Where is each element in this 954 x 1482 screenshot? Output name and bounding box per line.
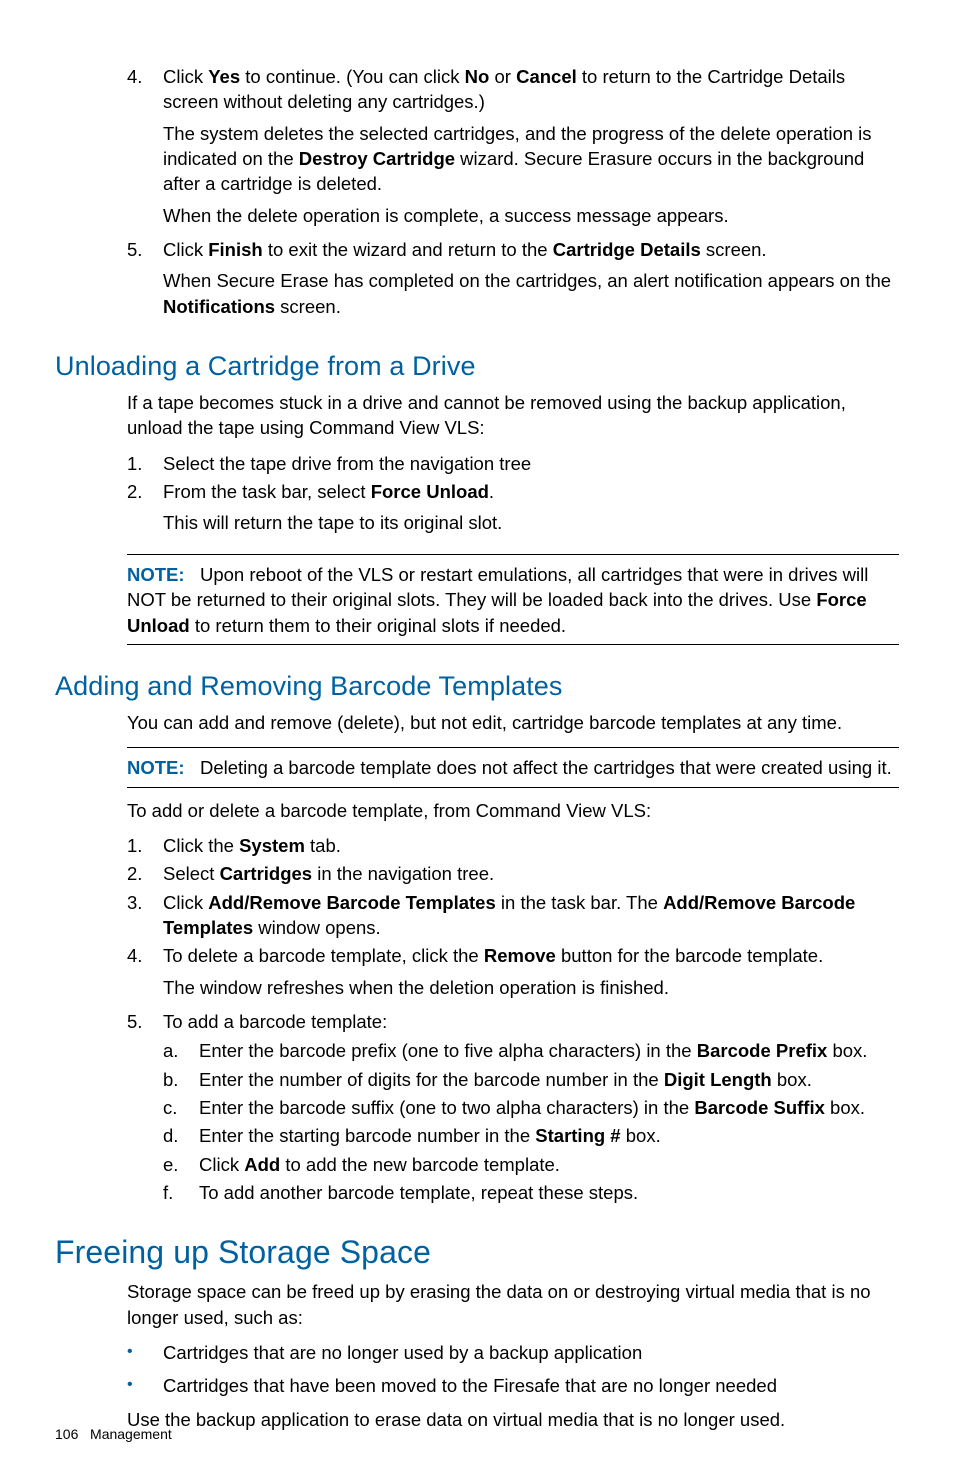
list-text: Select the tape drive from the navigatio… bbox=[163, 451, 899, 476]
list-marker: 2. bbox=[127, 861, 163, 886]
list-item: 1. Select the tape drive from the naviga… bbox=[127, 451, 899, 476]
paragraph: To add or delete a barcode template, fro… bbox=[127, 798, 899, 823]
list-item: •Cartridges that have been moved to the … bbox=[127, 1373, 899, 1398]
bullet-icon: • bbox=[127, 1340, 163, 1364]
list-item: 5. To add a barcode template: a.Enter th… bbox=[127, 1009, 899, 1208]
list-item: d.Enter the starting barcode number in t… bbox=[163, 1123, 899, 1148]
page-footer: 106 Management bbox=[55, 1426, 172, 1442]
list-text: From the task bar, select Force Unload. … bbox=[163, 479, 899, 542]
document-page: 4. Click Yes to continue. (You can click… bbox=[0, 0, 954, 1482]
list-text: Click Add/Remove Barcode Templates in th… bbox=[163, 890, 899, 941]
list-item: 4. Click Yes to continue. (You can click… bbox=[127, 64, 899, 234]
list-text: Enter the barcode prefix (one to five al… bbox=[199, 1038, 899, 1063]
bullet-icon: • bbox=[127, 1373, 163, 1397]
list-text: Select Cartridges in the navigation tree… bbox=[163, 861, 899, 886]
list-marker: c. bbox=[163, 1095, 199, 1120]
list-marker: a. bbox=[163, 1038, 199, 1063]
list-marker: 2. bbox=[127, 479, 163, 504]
section-body: If a tape becomes stuck in a drive and c… bbox=[127, 390, 899, 542]
list-text: Enter the number of digits for the barco… bbox=[199, 1067, 899, 1092]
page-number: 106 bbox=[55, 1426, 78, 1442]
heading-freeing-storage: Freeing up Storage Space bbox=[55, 1234, 899, 1271]
paragraph: You can add and remove (delete), but not… bbox=[127, 710, 899, 735]
list-text: Click the System tab. bbox=[163, 833, 899, 858]
list-text: Click Finish to exit the wizard and retu… bbox=[163, 237, 899, 325]
intro-steps-block: 4. Click Yes to continue. (You can click… bbox=[127, 64, 899, 325]
paragraph: When Secure Erase has completed on the c… bbox=[163, 268, 899, 319]
text: From the task bar, select Force Unload. bbox=[163, 481, 494, 502]
numbered-list: 1. Click the System tab. 2. Select Cartr… bbox=[127, 833, 899, 1208]
note-box: NOTE: Upon reboot of the VLS or restart … bbox=[127, 554, 899, 645]
list-text: Cartridges that have been moved to the F… bbox=[163, 1373, 899, 1398]
paragraph: If a tape becomes stuck in a drive and c… bbox=[127, 390, 899, 441]
list-item: c.Enter the barcode suffix (one to two a… bbox=[163, 1095, 899, 1120]
list-item: f.To add another barcode template, repea… bbox=[163, 1180, 899, 1205]
text: To add a barcode template: bbox=[163, 1011, 387, 1032]
list-item: 2. From the task bar, select Force Unloa… bbox=[127, 479, 899, 542]
heading-unloading: Unloading a Cartridge from a Drive bbox=[55, 351, 899, 382]
list-item: 2. Select Cartridges in the navigation t… bbox=[127, 861, 899, 886]
list-text: To add a barcode template: a.Enter the b… bbox=[163, 1009, 899, 1208]
section-name: Management bbox=[90, 1426, 172, 1442]
paragraph: When the delete operation is complete, a… bbox=[163, 203, 899, 228]
list-text: Cartridges that are no longer used by a … bbox=[163, 1340, 899, 1365]
bullet-list: •Cartridges that are no longer used by a… bbox=[127, 1340, 899, 1399]
list-text: Click Add to add the new barcode templat… bbox=[199, 1152, 899, 1177]
list-item: a.Enter the barcode prefix (one to five … bbox=[163, 1038, 899, 1063]
text: Click Yes to continue. (You can click No… bbox=[163, 66, 845, 112]
numbered-list: 1. Select the tape drive from the naviga… bbox=[127, 451, 899, 542]
list-text: To delete a barcode template, click the … bbox=[163, 943, 899, 1006]
list-marker: 1. bbox=[127, 833, 163, 858]
list-marker: d. bbox=[163, 1123, 199, 1148]
list-marker: 4. bbox=[127, 64, 163, 89]
paragraph: This will return the tape to its origina… bbox=[163, 510, 899, 535]
intro-numbered-list: 4. Click Yes to continue. (You can click… bbox=[127, 64, 899, 325]
list-marker: 5. bbox=[127, 1009, 163, 1034]
section-body: To add or delete a barcode template, fro… bbox=[127, 798, 899, 1209]
list-marker: 5. bbox=[127, 237, 163, 262]
section-body: You can add and remove (delete), but not… bbox=[127, 710, 899, 735]
list-marker: 4. bbox=[127, 943, 163, 968]
list-text: Enter the barcode suffix (one to two alp… bbox=[199, 1095, 899, 1120]
list-item: 5. Click Finish to exit the wizard and r… bbox=[127, 237, 899, 325]
paragraph: Use the backup application to erase data… bbox=[127, 1407, 899, 1432]
list-marker: e. bbox=[163, 1152, 199, 1177]
list-item: 1. Click the System tab. bbox=[127, 833, 899, 858]
list-item: •Cartridges that are no longer used by a… bbox=[127, 1340, 899, 1365]
list-marker: 3. bbox=[127, 890, 163, 915]
list-text: Enter the starting barcode number in the… bbox=[199, 1123, 899, 1148]
list-text: Click Yes to continue. (You can click No… bbox=[163, 64, 899, 234]
alpha-list: a.Enter the barcode prefix (one to five … bbox=[163, 1038, 899, 1205]
list-marker: f. bbox=[163, 1180, 199, 1205]
text: To delete a barcode template, click the … bbox=[163, 945, 823, 966]
paragraph: The window refreshes when the deletion o… bbox=[163, 975, 899, 1000]
list-marker: b. bbox=[163, 1067, 199, 1092]
paragraph: The system deletes the selected cartridg… bbox=[163, 121, 899, 197]
paragraph: Storage space can be freed up by erasing… bbox=[127, 1279, 899, 1330]
text: Click Finish to exit the wizard and retu… bbox=[163, 239, 767, 260]
list-item: b.Enter the number of digits for the bar… bbox=[163, 1067, 899, 1092]
list-item: e.Click Add to add the new barcode templ… bbox=[163, 1152, 899, 1177]
list-item: 3. Click Add/Remove Barcode Templates in… bbox=[127, 890, 899, 941]
list-marker: 1. bbox=[127, 451, 163, 476]
heading-barcode-templates: Adding and Removing Barcode Templates bbox=[55, 671, 899, 702]
list-text: To add another barcode template, repeat … bbox=[199, 1180, 899, 1205]
list-item: 4. To delete a barcode template, click t… bbox=[127, 943, 899, 1006]
section-body: Storage space can be freed up by erasing… bbox=[127, 1279, 899, 1432]
note-box: NOTE: Deleting a barcode template does n… bbox=[127, 747, 899, 787]
